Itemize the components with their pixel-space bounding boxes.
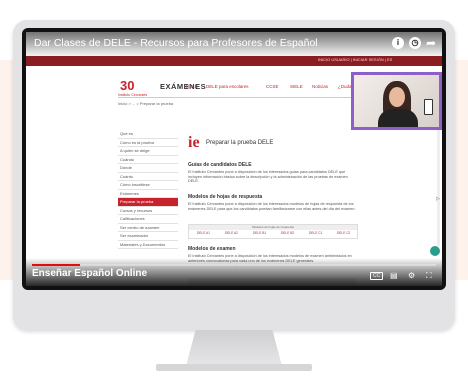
ie-logo: ie	[188, 134, 200, 151]
sidebar-item[interactable]: Ser examinador	[118, 232, 178, 241]
nav-item-siele[interactable]: SIELE	[290, 84, 303, 89]
site-sidebar: Qué es Cómo es la prueba A quién se dirige…	[118, 130, 178, 249]
sidebar-item[interactable]: Ser centro de examen	[118, 224, 178, 232]
answer-sheet-table: Modelos de hojas de respuesta DELE A1 DE…	[188, 224, 358, 239]
captions-icon[interactable]: CC	[370, 272, 384, 280]
phone-icon	[424, 99, 433, 115]
clock-icon[interactable]: ◷	[409, 37, 421, 49]
table-cell-c2[interactable]: DELE C2	[337, 231, 350, 235]
sidebar-item[interactable]: Dónde	[118, 164, 178, 173]
nav-item-noticias[interactable]: Noticias	[312, 84, 328, 89]
section-text-hojas: El Instituto Cervantes pone a disposició…	[188, 202, 356, 211]
presenter-body	[378, 109, 418, 127]
section-title-hojas: Modelos de hojas de respuesta	[188, 194, 263, 200]
table-cell-b1[interactable]: DELE B1	[253, 231, 266, 235]
sidebar-item[interactable]: Materiales y Documentos	[118, 241, 178, 249]
sidebar-item[interactable]: Qué es	[118, 130, 178, 139]
section-text-guias: El Instituto Cervantes pone a disposició…	[188, 170, 348, 184]
share-icon[interactable]: ➦	[426, 36, 436, 50]
sidebar-item[interactable]: Cómo es la prueba	[118, 139, 178, 147]
mouse-cursor-icon: ▷	[436, 196, 440, 202]
sidebar-item[interactable]: Cómo inscribirse	[118, 181, 178, 190]
presenter-face	[389, 87, 405, 107]
sidebar-item[interactable]: Preparar la prueba	[118, 198, 178, 207]
info-icon[interactable]: i	[392, 37, 404, 49]
section-title-modelos: Modelos de examen	[188, 246, 236, 252]
table-cell-a1[interactable]: DELE A1	[197, 231, 210, 235]
nav-item-ccse[interactable]: CCSE	[266, 84, 279, 89]
site-brand: EXÁMENES	[160, 82, 207, 91]
table-cell-a2[interactable]: DELE A2	[225, 231, 238, 235]
nav-item-dele-escolares[interactable]: DELE para escolares	[206, 84, 249, 89]
channel-avatar-icon[interactable]	[430, 246, 440, 256]
table-cell-c1[interactable]: DELE C1	[309, 231, 322, 235]
subtitles-icon[interactable]: ▤	[390, 271, 398, 280]
gear-icon[interactable]: ⚙	[408, 271, 415, 280]
sidebar-item[interactable]: A quién se dirige	[118, 147, 178, 156]
page-title: Preparar la prueba DELE	[206, 140, 274, 146]
progress-fill	[32, 264, 81, 266]
video-controls: Enseñar Español Online ⌄ CC ▤ ⚙ ⛶	[26, 258, 442, 286]
presenter-webcam	[351, 72, 442, 130]
nav-item-dele[interactable]: DELE	[186, 84, 198, 89]
video-player[interactable]: INICIO USUARIO | INICIAR SESIÓN | ES 30 …	[26, 32, 442, 286]
chevron-down-icon[interactable]: ⌄	[234, 262, 238, 268]
monitor-base	[156, 364, 312, 371]
sidebar-item[interactable]: Cuánto	[118, 173, 178, 181]
video-title-bar: Dar Clases de DELE - Recursos para Profe…	[26, 32, 442, 58]
monitor-neck	[186, 330, 282, 366]
sidebar-item[interactable]: Cuándo	[118, 156, 178, 164]
video-title[interactable]: Dar Clases de DELE - Recursos para Profe…	[34, 37, 318, 49]
table-cell-b2[interactable]: DELE B2	[281, 231, 294, 235]
table-header: Modelos de hojas de respuesta	[189, 225, 357, 230]
section-title-guias: Guías de candidatos DELE	[188, 162, 252, 168]
sidebar-item[interactable]: Cursos y recursos	[118, 207, 178, 215]
sidebar-item[interactable]: Calificaciones	[118, 215, 178, 224]
nav-divider	[118, 97, 363, 98]
breadcrumb[interactable]: Inicio > ... > Preparar la prueba	[118, 101, 173, 106]
sidebar-item[interactable]: Exámenes	[118, 190, 178, 198]
channel-watermark: Enseñar Español Online	[32, 268, 148, 279]
fullscreen-icon[interactable]: ⛶	[426, 271, 432, 281]
